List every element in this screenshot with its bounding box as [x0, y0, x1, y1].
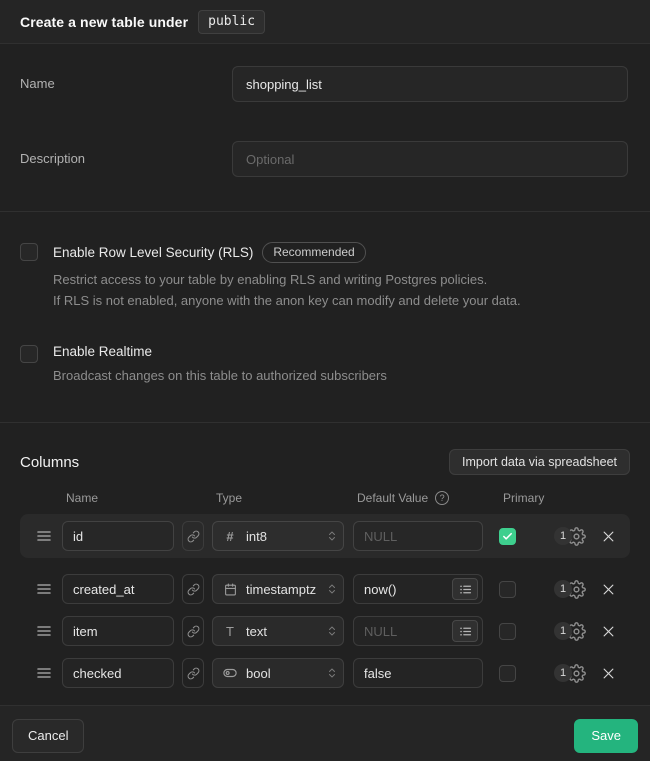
schema-badge: public — [198, 10, 265, 34]
link-icon — [187, 667, 200, 680]
header-name: Name — [62, 491, 174, 505]
close-icon — [601, 666, 616, 681]
drag-handle-icon[interactable] — [32, 530, 56, 542]
rls-description: Restrict access to your table by enablin… — [53, 270, 521, 312]
chevrons-updown-icon — [326, 666, 338, 680]
column-type-select[interactable]: # int8 — [212, 521, 344, 551]
realtime-checkbox[interactable] — [20, 345, 38, 363]
table-info-section: Name Description — [0, 44, 650, 212]
column-default-input[interactable] — [353, 521, 483, 551]
close-icon — [601, 624, 616, 639]
help-icon[interactable]: ? — [435, 491, 449, 505]
header-type: Type — [212, 491, 344, 505]
column-row: bool 1 — [20, 657, 630, 689]
columns-grid-headers: Name Type Default Value ? Primary — [20, 491, 630, 505]
column-settings-button[interactable]: 1 — [554, 664, 586, 683]
cancel-button[interactable]: Cancel — [12, 719, 84, 753]
column-settings-button[interactable]: 1 — [554, 527, 586, 546]
primary-checkbox[interactable] — [499, 581, 516, 598]
default-suggestion-button[interactable] — [452, 620, 478, 642]
link-icon — [187, 625, 200, 638]
chevrons-updown-icon — [326, 529, 338, 543]
drag-handle-icon[interactable] — [32, 625, 56, 637]
dialog-title: Create a new table under — [20, 14, 188, 30]
dialog-header: Create a new table under public — [0, 0, 650, 44]
description-label: Description — [20, 141, 232, 177]
remove-column-button[interactable] — [598, 666, 618, 681]
rls-label: Enable Row Level Security (RLS) — [53, 245, 253, 260]
rls-recommended-badge: Recommended — [262, 242, 365, 263]
check-icon — [502, 531, 513, 542]
realtime-label: Enable Realtime — [53, 344, 152, 359]
foreign-key-button[interactable] — [182, 521, 204, 551]
foreign-key-button[interactable] — [182, 616, 204, 646]
primary-checkbox[interactable] — [499, 623, 516, 640]
columns-title: Columns — [20, 454, 79, 471]
column-name-input[interactable] — [62, 658, 174, 688]
drag-handle-icon[interactable] — [32, 583, 56, 595]
name-label: Name — [20, 66, 232, 102]
column-name-input[interactable] — [62, 521, 174, 551]
header-default-value: Default Value — [357, 491, 428, 505]
column-row: T text 1 — [20, 615, 630, 647]
column-default-input[interactable] — [353, 658, 483, 688]
create-table-dialog: Create a new table under public Name Des… — [0, 0, 650, 761]
default-suggestion-button[interactable] — [452, 578, 478, 600]
hash-icon: # — [222, 529, 238, 544]
table-description-input[interactable] — [232, 141, 628, 177]
realtime-description: Broadcast changes on this table to autho… — [53, 366, 387, 387]
rls-checkbox[interactable] — [20, 243, 38, 261]
column-type-select[interactable]: T text — [212, 616, 344, 646]
drag-handle-icon[interactable] — [32, 667, 56, 679]
chevrons-updown-icon — [326, 624, 338, 638]
columns-section: Columns Import data via spreadsheet Name… — [0, 423, 650, 705]
toggle-icon — [222, 666, 238, 680]
save-button[interactable]: Save — [574, 719, 638, 753]
chevrons-updown-icon — [326, 582, 338, 596]
column-name-input[interactable] — [62, 574, 174, 604]
description-row: Description — [20, 141, 628, 177]
column-row: timestamptz 1 — [20, 573, 630, 605]
foreign-key-button[interactable] — [182, 574, 204, 604]
remove-column-button[interactable] — [598, 529, 618, 544]
close-icon — [601, 582, 616, 597]
column-settings-button[interactable]: 1 — [554, 580, 586, 599]
column-row: # int8 1 — [20, 514, 630, 558]
close-icon — [601, 529, 616, 544]
name-row: Name — [20, 66, 628, 102]
table-options-section: Enable Row Level Security (RLS) Recommen… — [0, 212, 650, 423]
column-type-select[interactable]: timestamptz — [212, 574, 344, 604]
column-name-input[interactable] — [62, 616, 174, 646]
import-spreadsheet-button[interactable]: Import data via spreadsheet — [449, 449, 630, 475]
primary-checkbox[interactable] — [499, 528, 516, 545]
calendar-icon — [222, 583, 238, 596]
column-settings-button[interactable]: 1 — [554, 622, 586, 641]
rls-block: Enable Row Level Security (RLS) Recommen… — [20, 242, 628, 312]
realtime-block: Enable Realtime Broadcast changes on thi… — [20, 344, 628, 387]
primary-checkbox[interactable] — [499, 665, 516, 682]
header-primary: Primary — [499, 491, 544, 505]
column-type-select[interactable]: bool — [212, 658, 344, 688]
link-icon — [187, 583, 200, 596]
remove-column-button[interactable] — [598, 624, 618, 639]
remove-column-button[interactable] — [598, 582, 618, 597]
text-icon: T — [222, 624, 238, 639]
link-icon — [187, 530, 200, 543]
foreign-key-button[interactable] — [182, 658, 204, 688]
dialog-footer: Cancel Save — [0, 705, 650, 761]
list-suggestion-icon — [459, 625, 472, 638]
table-name-input[interactable] — [232, 66, 628, 102]
list-suggestion-icon — [459, 583, 472, 596]
